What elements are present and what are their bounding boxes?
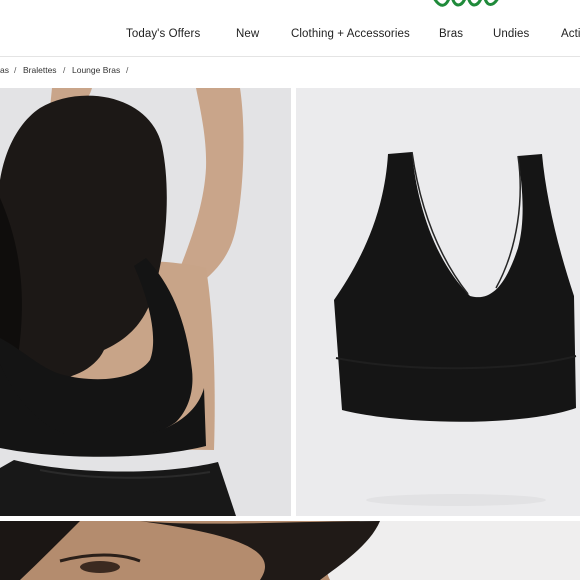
- brand-logo[interactable]: [430, 0, 510, 12]
- nav-item-new[interactable]: New: [236, 28, 259, 40]
- product-photo-icon: [0, 88, 291, 516]
- breadcrumb: as / Bralettes / Lounge Bras /: [0, 64, 580, 78]
- brand-logo-area[interactable]: [0, 0, 580, 18]
- breadcrumb-item-bras[interactable]: as: [0, 65, 9, 75]
- nav-item-bras[interactable]: Bras: [439, 28, 463, 40]
- model-back-view-photo[interactable]: [0, 88, 291, 516]
- nav-item-undies[interactable]: Undies: [493, 28, 529, 40]
- model-face-closeup-photo[interactable]: [0, 521, 580, 580]
- product-photo-icon: [0, 521, 580, 580]
- nav-item-clothing-accessories[interactable]: Clothing + Accessories: [291, 28, 410, 40]
- breadcrumb-item-bralettes[interactable]: Bralettes: [23, 65, 57, 75]
- product-flat-photo[interactable]: [296, 88, 580, 516]
- nav-divider: [0, 56, 580, 57]
- product-photo-icon: [296, 88, 580, 516]
- main-navigation: Today's Offers New Clothing + Accessorie…: [0, 28, 580, 50]
- breadcrumb-item-lounge-bras[interactable]: Lounge Bras: [72, 65, 120, 75]
- nav-item-todays-offers[interactable]: Today's Offers: [126, 28, 200, 40]
- breadcrumb-separator: /: [63, 65, 66, 75]
- breadcrumb-separator: /: [126, 65, 129, 75]
- breadcrumb-separator: /: [14, 65, 17, 75]
- nav-item-activewear[interactable]: Acti: [561, 28, 580, 40]
